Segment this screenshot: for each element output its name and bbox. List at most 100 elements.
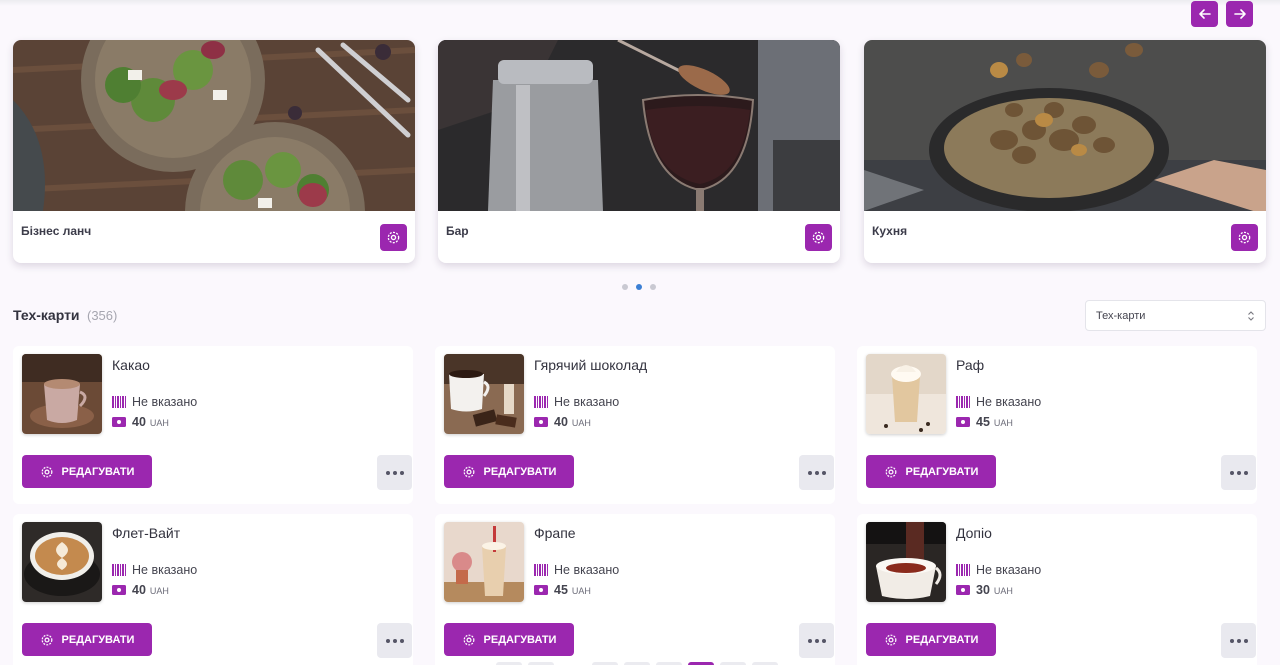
gear-icon — [1238, 231, 1251, 244]
carousel-pagination — [622, 284, 656, 290]
item-name: Флет-Вайт — [112, 525, 181, 541]
edit-button[interactable]: РЕДАГУВАТИ — [444, 623, 574, 656]
category-settings-button[interactable] — [380, 224, 407, 251]
carousel-prev-button[interactable] — [1191, 1, 1218, 27]
edit-button-label: РЕДАГУВАТИ — [905, 633, 979, 646]
edit-button[interactable]: РЕДАГУВАТИ — [866, 455, 996, 488]
more-options-button[interactable] — [377, 455, 412, 490]
item-name: Гярячий шоколад — [534, 357, 648, 373]
item-price: 40 — [132, 583, 146, 597]
item-sku: Не вказано — [132, 395, 198, 409]
edit-button-label: РЕДАГУВАТИ — [483, 633, 557, 646]
edit-button-label: РЕДАГУВАТИ — [483, 465, 557, 478]
money-icon — [112, 585, 126, 595]
item-name: Раф — [956, 357, 985, 373]
item-price-row: 30 UAH — [956, 583, 1013, 597]
more-dot-icon — [821, 638, 826, 643]
edit-button[interactable]: РЕДАГУВАТИ — [444, 455, 574, 488]
filter-select[interactable]: Тех-карти — [1085, 300, 1266, 331]
item-price-row: 45 UAH — [956, 415, 1013, 429]
more-dot-icon — [1243, 470, 1248, 475]
gear-icon — [885, 634, 896, 645]
barcode-icon — [112, 396, 126, 408]
filter-select-value: Тех-карти — [1096, 309, 1146, 322]
more-dot-icon — [1229, 470, 1234, 475]
more-dot-icon — [807, 638, 812, 643]
item-sku-row: Не вказано — [112, 563, 197, 577]
techcard-item[interactable]: Гярячий шоколад Не вказано 40 UAH РЕДАГУ… — [435, 346, 835, 504]
more-dot-icon — [399, 638, 404, 643]
item-price: 45 — [976, 415, 990, 429]
item-sku: Не вказано — [976, 563, 1042, 577]
barcode-icon — [534, 564, 548, 576]
techcard-item[interactable]: Фрапе Не вказано 45 UAH РЕДАГУВАТИ — [435, 514, 835, 665]
category-card-bar[interactable]: Бар — [438, 40, 840, 263]
more-options-button[interactable] — [377, 623, 412, 658]
category-settings-button[interactable] — [1231, 224, 1258, 251]
item-sku-row: Не вказано — [956, 563, 1041, 577]
more-options-button[interactable] — [1221, 455, 1256, 490]
gear-icon — [463, 634, 474, 645]
item-price: 30 — [976, 583, 990, 597]
category-title: Бізнес ланч — [21, 224, 92, 238]
item-thumbnail — [444, 354, 524, 434]
edit-button[interactable]: РЕДАГУВАТИ — [22, 455, 152, 488]
edit-button[interactable]: РЕДАГУВАТИ — [866, 623, 996, 656]
edit-button[interactable]: РЕДАГУВАТИ — [22, 623, 152, 656]
money-icon — [112, 417, 126, 427]
item-sku: Не вказано — [554, 395, 620, 409]
gear-icon — [812, 231, 825, 244]
item-currency: UAH — [571, 418, 591, 428]
item-sku: Не вказано — [976, 395, 1042, 409]
item-thumbnail — [866, 522, 946, 602]
techcard-item[interactable]: Раф Не вказано 45 UAH РЕДАГУВАТИ — [857, 346, 1257, 504]
item-sku-row: Не вказано — [534, 395, 619, 409]
more-dot-icon — [399, 470, 404, 475]
money-icon — [534, 585, 548, 595]
more-options-button[interactable] — [1221, 623, 1256, 658]
item-thumbnail — [22, 522, 102, 602]
item-currency: UAH — [571, 586, 591, 596]
chevron-updown-icon — [1248, 311, 1254, 321]
more-dot-icon — [385, 470, 390, 475]
carousel-dot[interactable] — [650, 284, 656, 290]
item-price-row: 45 UAH — [534, 583, 591, 597]
money-icon — [956, 417, 970, 427]
more-dot-icon — [814, 470, 819, 475]
techcard-item[interactable]: Флет-Вайт Не вказано 40 UAH РЕДАГУВАТИ — [13, 514, 413, 665]
category-photo — [864, 40, 1266, 211]
more-options-button[interactable] — [799, 623, 834, 658]
section-title: Тех-карти — [13, 307, 80, 323]
item-sku-row: Не вказано — [956, 395, 1041, 409]
more-dot-icon — [1229, 638, 1234, 643]
category-settings-button[interactable] — [805, 224, 832, 251]
more-dot-icon — [814, 638, 819, 643]
edit-button-label: РЕДАГУВАТИ — [61, 465, 135, 478]
more-dot-icon — [1236, 638, 1241, 643]
carousel-dot-active[interactable] — [636, 284, 642, 290]
carousel-dot[interactable] — [622, 284, 628, 290]
techcard-item[interactable]: Допіо Не вказано 30 UAH РЕДАГУВАТИ — [857, 514, 1257, 665]
techcard-item[interactable]: Какао Не вказано 40 UAH РЕДАГУВАТИ — [13, 346, 413, 504]
barcode-icon — [112, 564, 126, 576]
item-currency: UAH — [149, 418, 169, 428]
more-dot-icon — [392, 470, 397, 475]
item-sku-row: Не вказано — [112, 395, 197, 409]
item-name: Допіо — [956, 525, 992, 541]
category-card-kitchen[interactable]: Кухня — [864, 40, 1266, 263]
more-options-button[interactable] — [799, 455, 834, 490]
carousel-next-button[interactable] — [1226, 1, 1253, 27]
barcode-icon — [956, 564, 970, 576]
item-name: Какао — [112, 357, 150, 373]
item-sku: Не вказано — [554, 563, 620, 577]
more-dot-icon — [807, 470, 812, 475]
item-thumbnail — [444, 522, 524, 602]
arrow-left-icon — [1198, 9, 1211, 19]
section-count: (356) — [87, 308, 118, 323]
category-photo — [13, 40, 415, 211]
category-card-business-lunch[interactable]: Бізнес ланч — [13, 40, 415, 263]
money-icon — [534, 417, 548, 427]
item-price-row: 40 UAH — [534, 415, 591, 429]
barcode-icon — [534, 396, 548, 408]
item-sku: Не вказано — [132, 563, 198, 577]
